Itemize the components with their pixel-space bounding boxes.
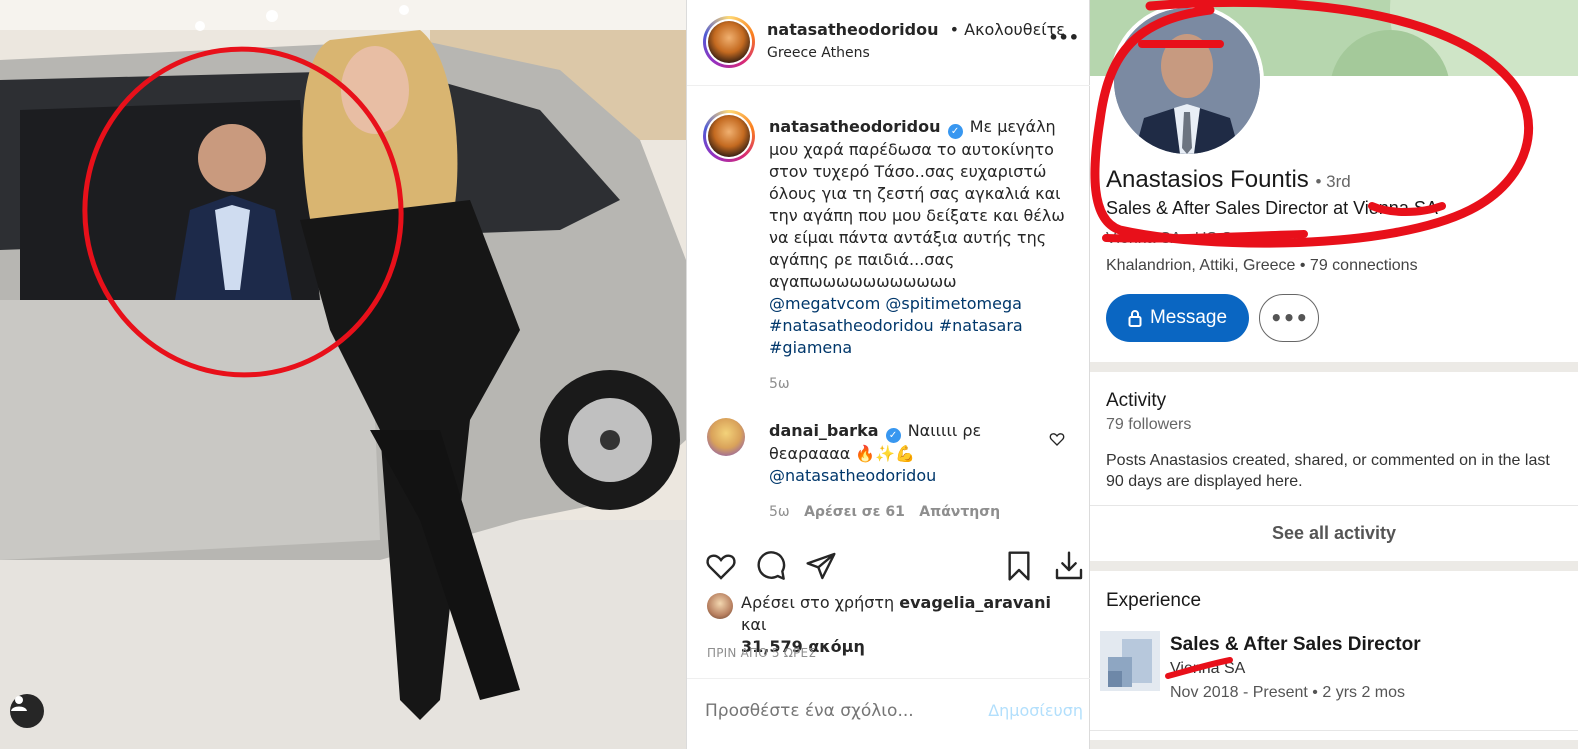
profile-photo[interactable] <box>1110 4 1264 158</box>
lock-icon <box>1128 310 1142 327</box>
comment-mention[interactable]: @natasatheodoridou <box>769 466 936 485</box>
caption-text: Με μεγάλη μου χαρά παρέδωσα το αυτοκίνητ… <box>769 117 1065 291</box>
experience-role[interactable]: Sales & After Sales Director <box>1170 634 1421 656</box>
caption-author-avatar[interactable] <box>703 110 755 162</box>
post-location[interactable]: Greece Athens <box>767 45 870 61</box>
heart-icon[interactable] <box>705 550 737 582</box>
post-timestamp[interactable]: ΠΡΙΝ ΑΠΟ 5 ΩΡΕΣ <box>707 646 816 660</box>
bookmark-icon[interactable] <box>1003 550 1035 582</box>
user-tag-button[interactable] <box>10 694 44 728</box>
verified-badge-icon: ✓ <box>947 124 963 139</box>
linkedin-profile-panel: Anastasios Fountis • 3rd Sales & After S… <box>1090 0 1578 749</box>
experience-company[interactable]: Vienna SA <box>1170 660 1245 678</box>
user-icon <box>11 696 27 711</box>
connection-degree: • 3rd <box>1315 172 1351 191</box>
profile-subline: Vienna SA • US San Diego <box>1106 230 1297 247</box>
section-divider <box>1090 730 1578 731</box>
experience-dates: Nov 2018 - Present • 2 yrs 2 mos <box>1170 684 1406 701</box>
caption-time[interactable]: 5ω <box>769 373 1069 395</box>
liker-avatar[interactable] <box>707 593 733 619</box>
message-button-label: Message <box>1149 307 1228 328</box>
comment-time: 5ω <box>769 504 790 520</box>
liker-username[interactable]: evagelia_aravani <box>899 593 1051 612</box>
comment-reply-button[interactable]: Απάντηση <box>919 504 1000 520</box>
experience-title: Experience <box>1106 590 1202 611</box>
post-header: natasatheodoridou • Ακολουθείτε Greece A… <box>687 0 1091 86</box>
likes-and: και <box>741 615 767 634</box>
verified-badge-icon: ✓ <box>885 428 901 443</box>
section-divider <box>1090 740 1578 749</box>
profile-name: Anastasios Fountis • 3rd <box>1106 166 1351 194</box>
add-comment-bar: Δημοσίευση <box>687 678 1091 749</box>
message-button[interactable]: Message <box>1106 294 1249 342</box>
add-comment-input[interactable] <box>705 697 955 725</box>
post-comment-button[interactable]: Δημοσίευση <box>988 701 1083 720</box>
caption-mentions[interactable]: @megatvcom @spitimetomega <box>769 294 1022 313</box>
instagram-post-panel: natasatheodoridou • Ακολουθείτε Greece A… <box>686 0 1091 749</box>
commenter-avatar[interactable] <box>707 418 745 456</box>
comment-likes[interactable]: Αρέσει σε 61 <box>804 504 905 520</box>
more-actions-button[interactable]: ••• <box>1259 294 1319 342</box>
post-actions <box>687 540 1091 590</box>
comment-icon[interactable] <box>755 550 787 582</box>
post-caption: natasatheodoridou ✓ Με μεγάλη μου χαρά π… <box>769 116 1069 395</box>
section-divider <box>1090 362 1578 372</box>
caption-hashtags-1[interactable]: #natasatheodoridou #natasara <box>769 316 1023 335</box>
likes-prefix: Αρέσει στο χρήστη <box>741 593 895 612</box>
post-photo <box>0 0 686 749</box>
author-username[interactable]: natasatheodoridou <box>767 20 939 39</box>
caption-username[interactable]: natasatheodoridou <box>769 117 941 136</box>
share-icon[interactable] <box>805 550 837 582</box>
activity-description: Posts Anastasios created, shared, or com… <box>1106 452 1550 490</box>
profile-name-text: Anastasios Fountis <box>1106 166 1309 193</box>
profile-headline: Sales & After Sales Director at Vienna S… <box>1106 198 1438 218</box>
caption-hashtags-2[interactable]: #giamena <box>769 338 852 357</box>
activity-title: Activity <box>1106 390 1167 411</box>
see-all-activity-button[interactable]: See all activity <box>1090 505 1578 561</box>
activity-followers[interactable]: 79 followers <box>1106 416 1191 434</box>
comment-username[interactable]: danai_barka <box>769 421 879 440</box>
photo-illustration <box>0 0 686 749</box>
section-divider <box>1090 561 1578 571</box>
comment-like-heart-icon[interactable] <box>1049 431 1065 447</box>
comment: danai_barka ✓ Ναιιιιι ρε θεαραααα 🔥✨💪 @n… <box>769 420 1039 523</box>
company-logo[interactable] <box>1100 631 1160 691</box>
more-options-icon[interactable]: ••• <box>1048 28 1079 47</box>
download-icon[interactable] <box>1053 550 1085 582</box>
profile-location[interactable]: Khalandrion, Attiki, Greece • 79 connect… <box>1106 257 1418 275</box>
author-avatar[interactable] <box>703 16 755 68</box>
